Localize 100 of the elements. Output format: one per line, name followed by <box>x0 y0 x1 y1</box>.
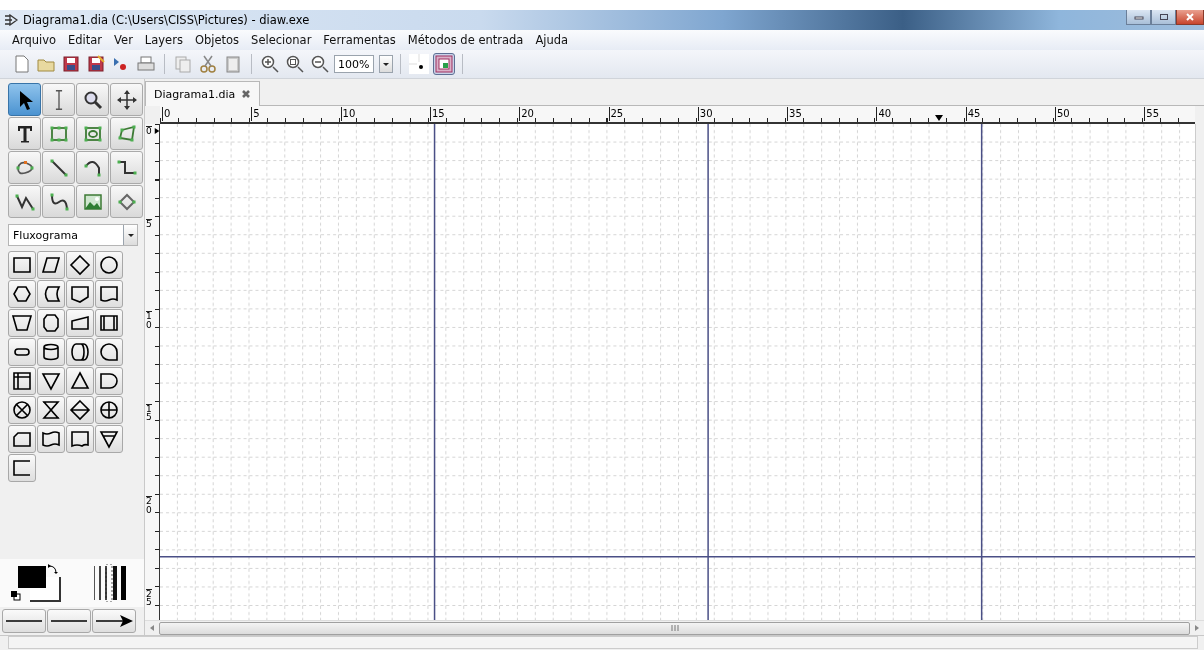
parallelogram-icon <box>40 254 62 276</box>
tool-button[interactable] <box>76 83 109 116</box>
tape-icon <box>98 341 120 363</box>
ruler-label: 5 <box>251 107 260 121</box>
triangle-icon <box>98 428 120 450</box>
tool-button[interactable] <box>8 185 41 218</box>
rectangle-icon <box>11 254 33 276</box>
shape-button[interactable] <box>8 309 36 337</box>
scissors-icon[interactable] <box>197 53 219 75</box>
ruler-label: 25 <box>608 107 624 121</box>
menu-item[interactable]: Selecionar <box>245 31 318 49</box>
shape-button[interactable] <box>37 425 65 453</box>
shape-button[interactable] <box>37 367 65 395</box>
minimize-icon <box>1133 14 1144 20</box>
shape-button[interactable] <box>8 367 36 395</box>
zoom-field[interactable]: 100% <box>334 55 374 73</box>
maximize-icon <box>1158 13 1169 21</box>
shape-button[interactable] <box>66 425 94 453</box>
snap-grid-icon[interactable] <box>408 53 430 75</box>
shape-button[interactable] <box>95 280 123 308</box>
shape-button[interactable] <box>66 338 94 366</box>
window-title: Diagrama1.dia (C:\Users\CISS\Pictures) - diaw.exe <box>23 13 311 27</box>
menu-item[interactable]: Arquivo <box>6 31 63 49</box>
close-icon <box>1185 13 1195 21</box>
shape-button[interactable] <box>95 396 123 424</box>
trapezoid-icon <box>11 312 33 334</box>
open-box-icon <box>11 457 33 479</box>
ruler-label: 50 <box>1055 107 1070 121</box>
hexagon-icon <box>11 283 33 305</box>
triangle-icon <box>40 370 62 392</box>
cylinder-icon <box>40 341 62 363</box>
shape-button[interactable] <box>66 280 94 308</box>
line-end-button[interactable] <box>92 609 136 633</box>
maximize-button[interactable] <box>1151 10 1176 25</box>
line-style-button[interactable] <box>47 609 91 633</box>
shape-button[interactable] <box>8 396 36 424</box>
shape-button[interactable] <box>8 251 36 279</box>
ruler-label: 35 <box>787 107 802 121</box>
caret-icon <box>382 61 390 67</box>
ruler-label: 10 <box>146 311 152 330</box>
menu-item[interactable]: Métodos de entrada <box>401 31 530 49</box>
shape-button[interactable] <box>66 309 94 337</box>
shape-button[interactable] <box>66 251 94 279</box>
tool-button[interactable] <box>8 151 41 184</box>
tool-button[interactable] <box>76 151 109 184</box>
text-cursor-icon <box>54 89 63 110</box>
tool-button[interactable] <box>110 83 143 116</box>
shape-button[interactable] <box>37 280 65 308</box>
line-width-icon[interactable] <box>92 564 128 602</box>
line-start-button[interactable] <box>2 609 46 633</box>
shape-button[interactable] <box>37 338 65 366</box>
scrollbar-thumb[interactable] <box>159 621 1190 635</box>
ruler-label: 20 <box>519 107 534 121</box>
zoom-fit-icon[interactable] <box>284 53 306 75</box>
shape-button[interactable] <box>66 396 94 424</box>
shape-button[interactable] <box>66 367 94 395</box>
zoom-in-icon[interactable] <box>259 53 281 75</box>
internal-storage-icon <box>11 370 33 392</box>
sheet-dropdown[interactable]: Fluxograma <box>8 224 138 246</box>
shape-button[interactable] <box>8 280 36 308</box>
close-button[interactable] <box>1176 10 1204 25</box>
shape-button[interactable] <box>95 309 123 337</box>
tool-button[interactable] <box>42 151 75 184</box>
shape-button[interactable] <box>37 396 65 424</box>
menu-item[interactable]: Layers <box>138 31 189 49</box>
arrow-icon <box>94 614 134 628</box>
ruler-label: 40 <box>876 107 892 121</box>
snap-button[interactable] <box>433 53 455 75</box>
shape-button[interactable] <box>95 367 123 395</box>
shape-button[interactable] <box>37 309 65 337</box>
ruler-label: 5 <box>146 218 152 229</box>
tool-button[interactable] <box>110 151 143 184</box>
close-icon[interactable] <box>241 89 252 99</box>
menu-item[interactable]: Ferramentas <box>317 31 402 49</box>
shape-button[interactable] <box>95 338 123 366</box>
pentagon-icon <box>69 283 91 305</box>
menu-item[interactable]: Ver <box>108 31 139 49</box>
ruler-label: 55 <box>1144 107 1160 121</box>
shape-button[interactable] <box>95 251 123 279</box>
shape-button[interactable] <box>8 338 36 366</box>
circle-icon <box>98 254 120 276</box>
minimize-button[interactable] <box>1126 10 1151 25</box>
diamond-icon <box>69 399 91 421</box>
tool-button[interactable] <box>8 117 41 150</box>
menu-item[interactable]: Ajuda <box>529 31 575 49</box>
ruler-label: 20 <box>146 496 152 515</box>
shape-button[interactable] <box>8 454 36 482</box>
menu-item[interactable]: Objetos <box>188 31 246 49</box>
dropdown-button[interactable] <box>379 55 393 73</box>
shape-button[interactable] <box>37 251 65 279</box>
document-tab[interactable]: Diagrama1.dia <box>145 81 261 106</box>
diamond-icon <box>69 254 91 276</box>
zoom-out-icon[interactable] <box>309 53 331 75</box>
tool-button[interactable] <box>8 83 41 116</box>
menu-item[interactable]: Editar <box>62 31 109 49</box>
color-swatch-drawing[interactable] <box>10 563 62 603</box>
predefined-process-icon <box>98 312 120 334</box>
tool-button[interactable] <box>42 185 75 218</box>
shape-button[interactable] <box>95 425 123 453</box>
shape-button[interactable] <box>8 425 36 453</box>
